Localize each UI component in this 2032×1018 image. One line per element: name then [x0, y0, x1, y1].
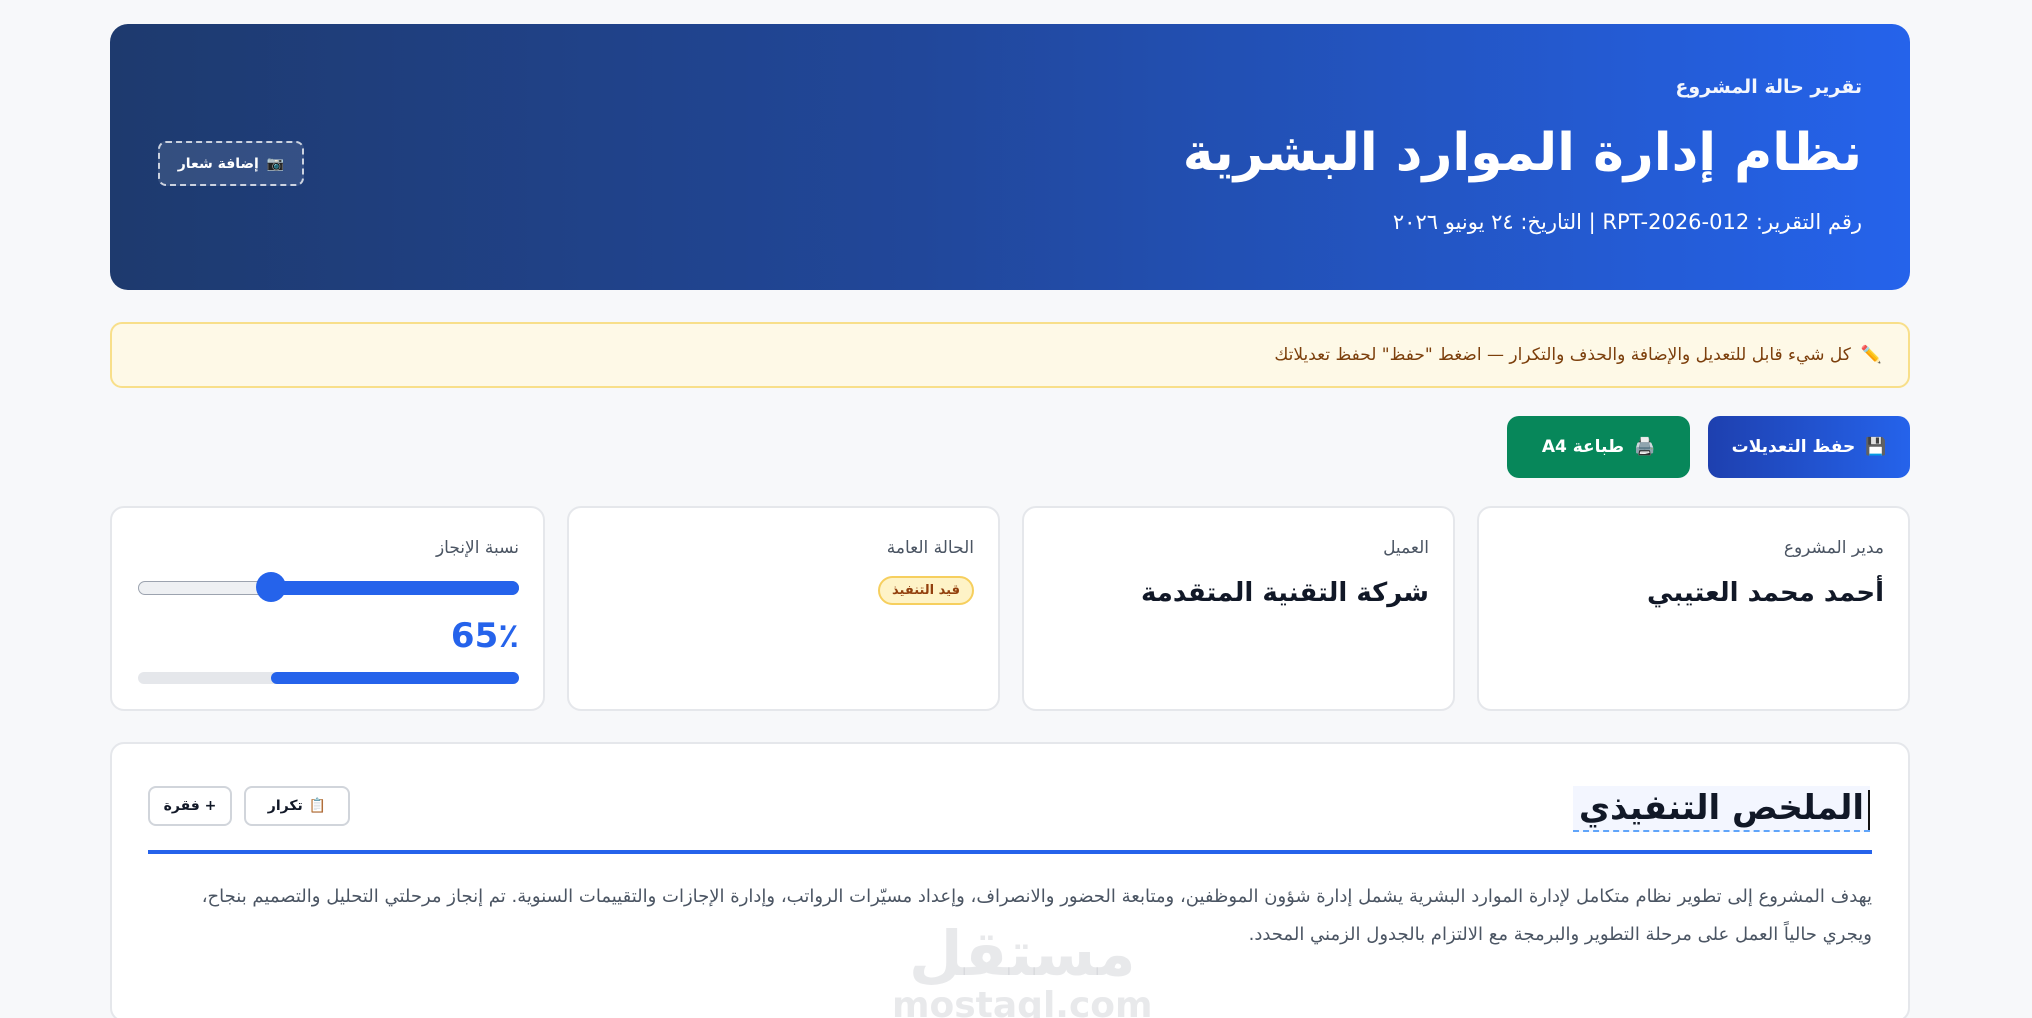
card-client: العميل شركة التقنية المتقدمة — [1022, 506, 1455, 711]
progress-slider[interactable] — [138, 572, 519, 602]
section-title[interactable]: الملخص التنفيذي — [1572, 786, 1870, 832]
pencil-icon: ✏️ — [1860, 345, 1882, 365]
status-badge[interactable]: قيد التنفيذ — [878, 576, 974, 605]
card-label[interactable]: العميل — [1383, 538, 1429, 558]
executive-summary-section: الملخص التنفيذي 📋 تكرار + فقرة يهدف المش… — [110, 742, 1910, 1018]
add-logo-button[interactable]: 📷 إضافة شعار — [158, 141, 304, 186]
card-progress: نسبة الإنجاز 65٪ — [110, 506, 545, 711]
save-button[interactable]: 💾 حفظ التعديلات — [1708, 416, 1910, 478]
edit-notice: ✏️ كل شيء قابل للتعديل والإضافة والحذف و… — [110, 322, 1910, 388]
text-cursor — [1868, 790, 1870, 830]
floppy-disk-icon: 💾 — [1865, 437, 1887, 457]
add-paragraph-label: + فقرة — [163, 798, 217, 814]
card-label[interactable]: الحالة العامة — [887, 538, 974, 558]
print-button[interactable]: 🖨️ طباعة A4 — [1507, 416, 1690, 478]
card-project-manager: مدير المشروع أحمد محمد العتيبي — [1477, 506, 1910, 711]
section-title-text: الملخص التنفيذي — [1578, 788, 1864, 828]
card-label[interactable]: مدير المشروع — [1784, 538, 1884, 558]
camera-icon: 📷 — [266, 155, 285, 172]
printer-icon: 🖨️ — [1634, 437, 1656, 457]
report-header: تقرير حالة المشروع نظام إدارة الموارد ال… — [110, 24, 1910, 290]
progress-percent: 65٪ — [450, 616, 519, 656]
progress-bar — [138, 672, 519, 684]
progress-bar-fill — [271, 672, 519, 684]
report-meta[interactable]: رقم التقرير: RPT-2026-012 | التاريخ: ٢٤ … — [1393, 210, 1862, 234]
add-paragraph-button[interactable]: + فقرة — [148, 786, 232, 826]
page-container: تقرير حالة المشروع نظام إدارة الموارد ال… — [110, 24, 1910, 1018]
duplicate-section-button[interactable]: 📋 تكرار — [244, 786, 350, 826]
report-subtitle[interactable]: تقرير حالة المشروع — [1675, 76, 1862, 98]
project-manager-value[interactable]: أحمد محمد العتيبي — [1647, 578, 1884, 608]
section-divider — [148, 850, 1872, 854]
edit-notice-text: كل شيء قابل للتعديل والإضافة والحذف والت… — [1274, 345, 1851, 365]
section-body[interactable]: يهدف المشروع إلى تطوير نظام متكامل لإدار… — [182, 878, 1872, 954]
duplicate-label: تكرار — [267, 798, 303, 814]
print-button-label: طباعة A4 — [1541, 437, 1625, 457]
slider-fill — [271, 581, 519, 595]
watermark-latin: mostaql.com — [892, 985, 1153, 1018]
card-status: الحالة العامة قيد التنفيذ — [567, 506, 1000, 711]
clipboard-icon: 📋 — [308, 798, 327, 814]
card-label[interactable]: نسبة الإنجاز — [436, 538, 519, 558]
slider-thumb[interactable] — [256, 572, 287, 602]
client-value[interactable]: شركة التقنية المتقدمة — [1141, 578, 1429, 608]
add-logo-label: إضافة شعار — [177, 155, 259, 172]
project-title[interactable]: نظام إدارة الموارد البشرية — [1183, 122, 1862, 184]
save-button-label: حفظ التعديلات — [1731, 437, 1856, 457]
